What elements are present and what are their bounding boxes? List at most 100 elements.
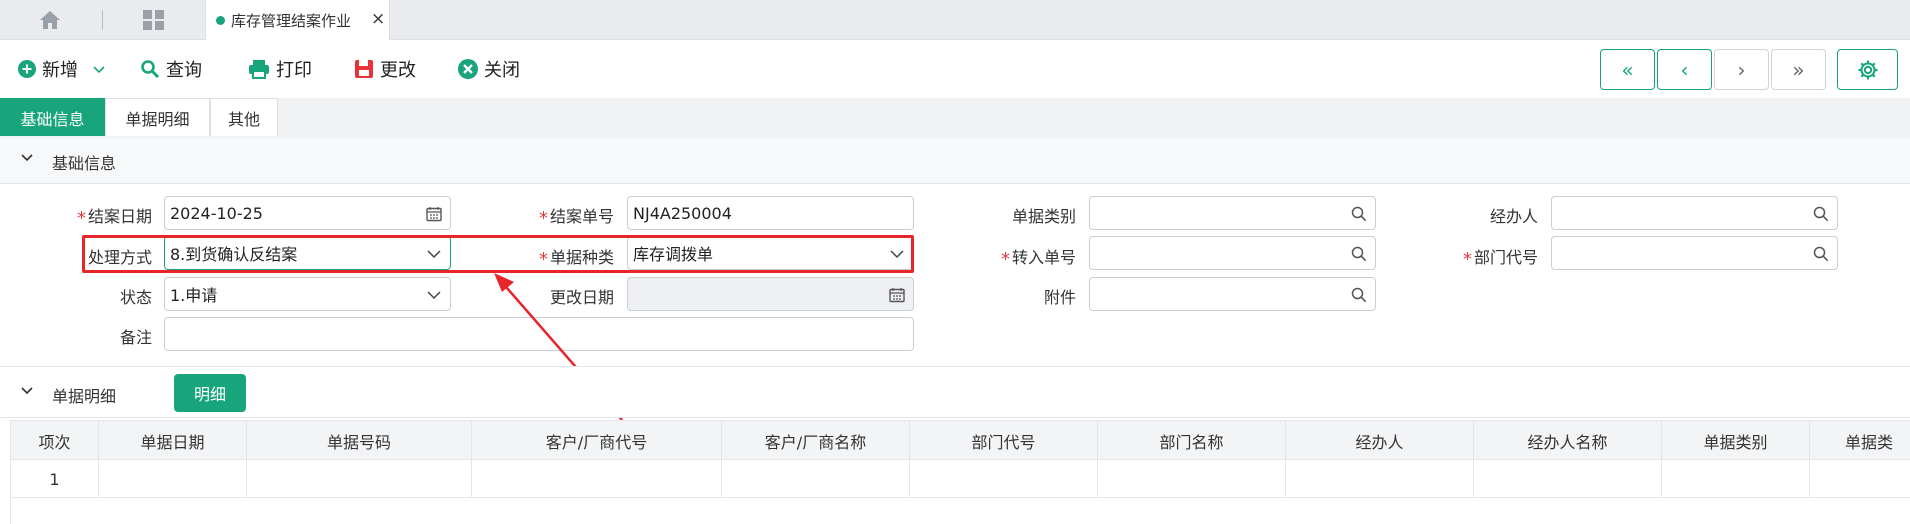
last-record-button[interactable]: »: [1771, 49, 1826, 90]
first-record-button[interactable]: «: [1600, 49, 1655, 90]
save-icon: [355, 60, 373, 78]
calendar-icon: [889, 288, 905, 303]
table-row[interactable]: 1: [11, 460, 1910, 498]
query-button[interactable]: 查询: [140, 54, 202, 84]
table-cell[interactable]: [910, 460, 1098, 498]
process-method-value: 8.到货确认反结案: [170, 245, 298, 264]
remark-label: 备注: [119, 328, 152, 347]
search-icon[interactable]: [1813, 206, 1829, 222]
edit-label: 更改: [380, 60, 416, 81]
close-date-label: * 结案日期: [76, 207, 152, 229]
handler-field[interactable]: [1551, 196, 1838, 230]
chevron-down-icon[interactable]: [20, 384, 34, 398]
process-method-select[interactable]: 8.到货确认反结案: [164, 236, 451, 270]
search-icon[interactable]: [1351, 206, 1367, 222]
dept-code-field[interactable]: [1551, 236, 1838, 270]
process-method-label: 处理方式: [87, 248, 152, 267]
status-label: 状态: [119, 288, 152, 307]
transfer-no-label: * 转入单号: [1000, 248, 1076, 270]
close-date-value: 2024-10-25: [170, 203, 263, 223]
table-cell[interactable]: [1662, 460, 1810, 498]
calendar-icon[interactable]: [426, 206, 442, 222]
column-header[interactable]: 经办人: [1286, 421, 1474, 461]
next-record-button[interactable]: ›: [1714, 49, 1769, 90]
table-cell[interactable]: [722, 460, 910, 498]
column-header[interactable]: 单据日期: [99, 421, 247, 461]
settings-button[interactable]: [1837, 49, 1898, 90]
column-header[interactable]: 部门名称: [1098, 421, 1286, 461]
tab-basic-info[interactable]: 基础信息: [0, 98, 105, 136]
remark-field[interactable]: [164, 317, 914, 351]
doc-kind-select[interactable]: 库存调拨单: [627, 236, 914, 270]
transfer-no-field[interactable]: [1089, 236, 1376, 270]
doc-kind-value: 库存调拨单: [633, 245, 714, 264]
table-cell[interactable]: [99, 460, 247, 498]
section-title: 基础信息: [52, 154, 117, 173]
form-subtabs: 基础信息 单据明细 其他: [0, 98, 1910, 138]
plus-circle-icon: [18, 60, 36, 78]
close-label: 关闭: [484, 60, 520, 81]
tab-doc-details[interactable]: 单据明细: [105, 98, 210, 136]
column-header[interactable]: 项次: [11, 421, 99, 461]
chevron-down-icon[interactable]: [426, 246, 442, 262]
apps-grid-icon[interactable]: [142, 9, 166, 31]
new-label: 新增: [42, 60, 78, 81]
new-button[interactable]: 新增: [18, 54, 106, 84]
table-cell[interactable]: [1098, 460, 1286, 498]
search-icon[interactable]: [1813, 246, 1829, 262]
chevron-down-icon[interactable]: [92, 62, 106, 76]
gear-icon: [1858, 60, 1877, 79]
print-label: 打印: [276, 60, 312, 81]
home-icon[interactable]: [38, 9, 62, 31]
tab-inventory-closing[interactable]: 库存管理结案作业 ×: [205, 0, 390, 40]
column-header[interactable]: 客户/厂商名称: [722, 421, 910, 461]
table-cell[interactable]: [472, 460, 722, 498]
table-cell[interactable]: [1810, 460, 1910, 498]
search-icon[interactable]: [1351, 287, 1367, 303]
column-header[interactable]: 经办人名称: [1474, 421, 1662, 461]
table-cell[interactable]: [1286, 460, 1474, 498]
detail-table: 项次 单据日期 单据号码 客户/厂商代号 客户/厂商名称 部门代号 部门名称 经…: [10, 420, 1910, 524]
doc-category-field[interactable]: [1089, 196, 1376, 230]
attachment-label: 附件: [1043, 288, 1076, 307]
doc-kind-label: * 单据种类: [538, 248, 614, 270]
modify-date-field: [627, 277, 914, 311]
column-header[interactable]: 部门代号: [910, 421, 1098, 461]
query-label: 查询: [166, 60, 202, 81]
search-icon[interactable]: [1351, 246, 1367, 262]
print-button[interactable]: 打印: [248, 54, 312, 84]
prev-record-button[interactable]: ‹: [1657, 49, 1712, 90]
column-header[interactable]: 单据号码: [247, 421, 472, 461]
close-circle-icon: [458, 59, 478, 79]
status-select[interactable]: 1.申请: [164, 277, 451, 311]
table-cell[interactable]: [247, 460, 472, 498]
table-cell[interactable]: [1474, 460, 1662, 498]
tab-divider: [102, 10, 103, 30]
printer-icon: [249, 60, 269, 79]
chevron-down-icon[interactable]: [20, 151, 34, 165]
column-header[interactable]: 单据类别: [1662, 421, 1810, 461]
detail-button[interactable]: 明细: [174, 374, 246, 412]
close-no-field[interactable]: NJ4A250004: [627, 196, 914, 230]
close-tab-icon[interactable]: ×: [371, 9, 385, 29]
chevron-down-icon[interactable]: [426, 287, 442, 303]
search-icon: [141, 60, 160, 79]
handler-label: 经办人: [1489, 207, 1538, 226]
column-header[interactable]: 单据类: [1810, 421, 1910, 461]
basic-info-section-header[interactable]: 基础信息: [0, 138, 1910, 184]
tab-label: 库存管理结案作业: [231, 12, 352, 30]
detail-section-header[interactable]: 单据明细: [0, 366, 1910, 418]
doc-category-label: 单据类别: [1011, 207, 1076, 226]
table-cell[interactable]: 1: [11, 460, 99, 498]
status-value: 1.申请: [170, 286, 218, 305]
close-button[interactable]: 关闭: [458, 54, 520, 84]
attachment-field[interactable]: [1089, 277, 1376, 311]
chevron-down-icon[interactable]: [889, 246, 905, 262]
edit-button[interactable]: 更改: [354, 54, 416, 84]
section-title: 单据明细: [52, 387, 117, 406]
toolbar: 新增 查询 打印 更改 关闭 « ‹ › »: [0, 41, 1910, 97]
close-date-field[interactable]: 2024-10-25: [164, 196, 451, 230]
window-tab-bar: 库存管理结案作业 ×: [0, 0, 1910, 40]
tab-other[interactable]: 其他: [210, 98, 278, 136]
column-header[interactable]: 客户/厂商代号: [472, 421, 722, 461]
